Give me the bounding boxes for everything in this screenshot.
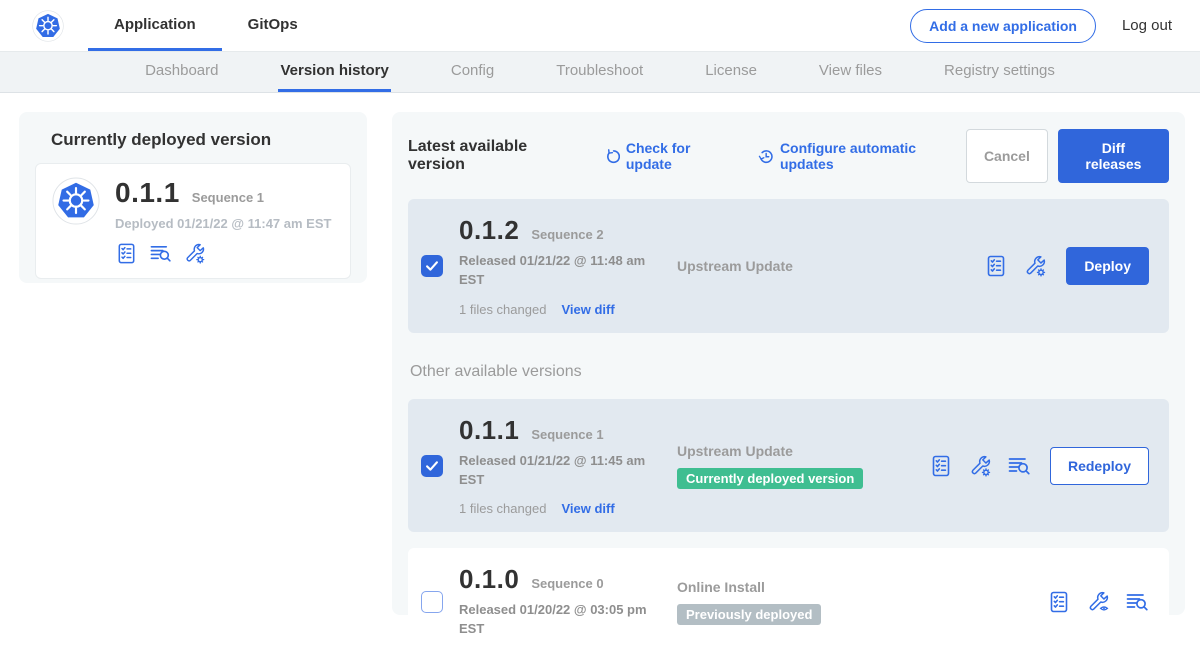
- top-nav: Application GitOps Add a new application…: [0, 0, 1200, 51]
- version-row-0-1-1: 0.1.1 Sequence 1 Released 01/21/22 @ 11:…: [408, 399, 1169, 533]
- preflight-checks-icon[interactable]: [1047, 590, 1071, 614]
- files-changed-label: 1 files changed: [459, 302, 546, 317]
- sequence-label: Sequence 0: [531, 576, 603, 591]
- view-diff-link[interactable]: View diff: [561, 302, 614, 317]
- deploy-logs-icon[interactable]: [1007, 454, 1031, 478]
- tab-application[interactable]: Application: [88, 0, 222, 51]
- main-content: Currently deployed version 0.1.1 Sequenc…: [0, 93, 1200, 634]
- configure-automatic-updates-label: Configure automatic updates: [780, 140, 966, 172]
- version-history-header: Latest available version Check for updat…: [408, 129, 1169, 183]
- currently-deployed-badge: Currently deployed version: [677, 468, 863, 489]
- tab-gitops[interactable]: GitOps: [222, 0, 324, 51]
- edit-config-icon[interactable]: [968, 454, 992, 478]
- checkmark-icon: [423, 457, 441, 475]
- currently-deployed-title: Currently deployed version: [51, 130, 351, 150]
- app-subnav: Dashboard Version history Config Trouble…: [0, 51, 1200, 93]
- deployed-version-number: 0.1.1: [115, 177, 180, 209]
- clock-refresh-icon: [758, 148, 774, 165]
- version-row-0-1-0: 0.1.0 Sequence 0 Released 01/20/22 @ 03:…: [408, 548, 1169, 655]
- released-timestamp: Released 01/21/22 @ 11:45 am EST: [459, 452, 659, 490]
- edit-config-icon[interactable]: [1023, 254, 1047, 278]
- preflight-checks-icon[interactable]: [115, 242, 138, 265]
- configure-automatic-updates-link[interactable]: Configure automatic updates: [758, 140, 966, 172]
- deployed-timestamp: Deployed 01/21/22 @ 11:47 am EST: [115, 216, 331, 231]
- checkmark-icon: [423, 257, 441, 275]
- released-timestamp: Released 01/20/22 @ 03:05 pm EST: [459, 601, 659, 639]
- files-changed-label: 1 files changed: [459, 501, 546, 516]
- deployed-sequence-label: Sequence 1: [192, 190, 264, 205]
- deployed-version-card: 0.1.1 Sequence 1 Deployed 01/21/22 @ 11:…: [35, 163, 351, 279]
- preflight-checks-icon[interactable]: [984, 254, 1008, 278]
- preflight-checks-icon[interactable]: [929, 454, 953, 478]
- version-source-label: Upstream Update: [677, 443, 929, 459]
- subnav-item-registry-settings[interactable]: Registry settings: [942, 52, 1057, 92]
- check-for-update-label: Check for update: [626, 140, 736, 172]
- app-icon: [52, 177, 100, 225]
- sequence-label: Sequence 2: [531, 227, 603, 242]
- subnav-item-view-files[interactable]: View files: [817, 52, 884, 92]
- version-checkbox[interactable]: [421, 255, 443, 277]
- subnav-item-troubleshoot[interactable]: Troubleshoot: [554, 52, 645, 92]
- deploy-logs-icon[interactable]: [149, 242, 172, 265]
- version-source-label: Upstream Update: [677, 258, 929, 274]
- version-number: 0.1.1: [459, 415, 519, 446]
- previously-deployed-badge: Previously deployed: [677, 604, 821, 625]
- version-checkbox[interactable]: [421, 591, 443, 613]
- version-row-0-1-2: 0.1.2 Sequence 2 Released 01/21/22 @ 11:…: [408, 199, 1169, 333]
- subnav-item-version-history[interactable]: Version history: [278, 52, 390, 92]
- sequence-label: Sequence 1: [531, 427, 603, 442]
- edit-config-icon[interactable]: [183, 242, 206, 265]
- other-versions-heading: Other available versions: [410, 363, 1169, 381]
- add-new-application-button[interactable]: Add a new application: [910, 9, 1096, 43]
- deploy-button[interactable]: Deploy: [1066, 247, 1149, 285]
- view-config-icon[interactable]: [1086, 590, 1110, 614]
- cancel-button[interactable]: Cancel: [966, 129, 1048, 183]
- subnav-item-license[interactable]: License: [703, 52, 759, 92]
- redeploy-button[interactable]: Redeploy: [1050, 447, 1149, 485]
- app-tabs: Application GitOps: [88, 0, 324, 51]
- version-checkbox[interactable]: [421, 455, 443, 477]
- currently-deployed-card: Currently deployed version 0.1.1 Sequenc…: [19, 112, 367, 283]
- diff-releases-button[interactable]: Diff releases: [1058, 129, 1169, 183]
- version-number: 0.1.0: [459, 564, 519, 595]
- view-diff-link[interactable]: View diff: [561, 501, 614, 516]
- version-history-panel: Latest available version Check for updat…: [392, 112, 1185, 615]
- released-timestamp: Released 01/21/22 @ 11:48 am EST: [459, 252, 659, 290]
- refresh-icon: [604, 148, 620, 165]
- deploy-logs-icon[interactable]: [1125, 590, 1149, 614]
- latest-available-title: Latest available version: [408, 138, 582, 174]
- kubernetes-logo-icon: [32, 10, 64, 42]
- subnav-item-dashboard[interactable]: Dashboard: [143, 52, 220, 92]
- version-source-label: Online Install: [677, 579, 929, 595]
- version-number: 0.1.2: [459, 215, 519, 246]
- check-for-update-link[interactable]: Check for update: [604, 140, 736, 172]
- logout-button[interactable]: Log out: [1122, 17, 1172, 34]
- subnav-item-config[interactable]: Config: [449, 52, 496, 92]
